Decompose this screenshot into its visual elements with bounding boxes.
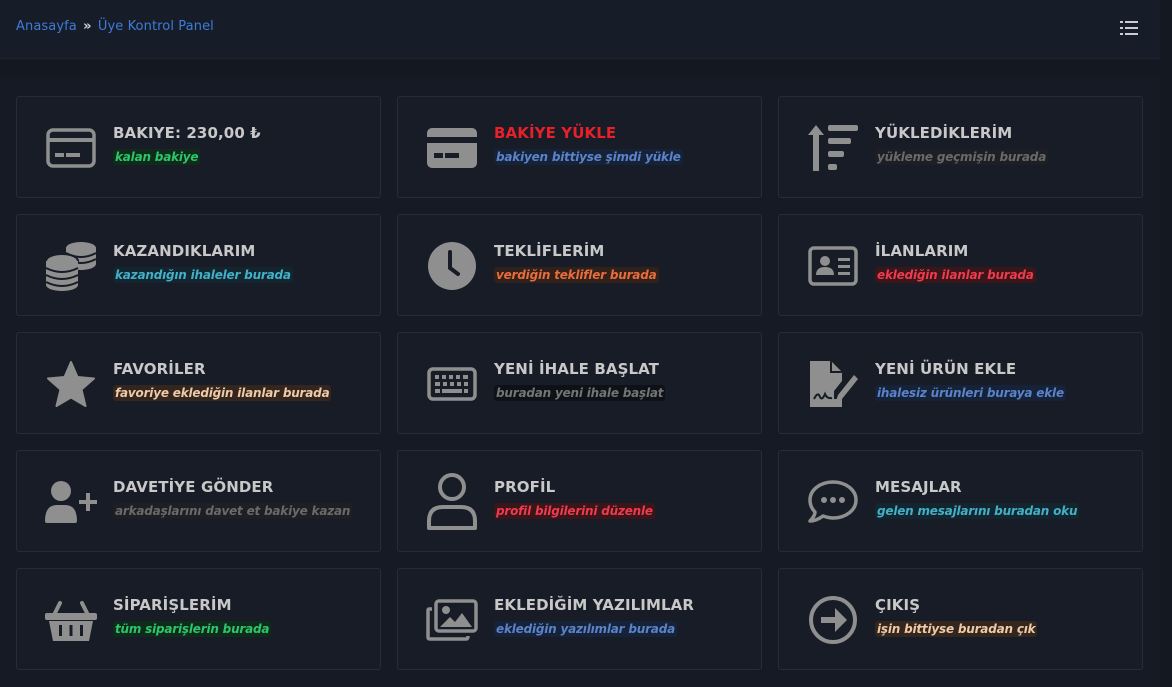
comment-dots-icon <box>807 477 859 527</box>
card-software[interactable]: EKLEDİĞİM YAZILIMLAR eklediğin yazılımla… <box>397 568 762 670</box>
card-title: PROFİL <box>494 478 556 496</box>
keyboard-icon <box>426 359 478 409</box>
card-title: BAKIYE: 230,00 ₺ <box>113 124 261 142</box>
card-subtitle: verdiğin teklifler burada <box>494 267 659 283</box>
user-plus-icon <box>45 477 97 527</box>
credit-card-solid-icon <box>426 123 478 173</box>
card-title: BAKİYE YÜKLE <box>494 124 617 142</box>
card-send-invite[interactable]: DAVETİYE GÖNDER arkadaşlarını davet et b… <box>16 450 381 552</box>
card-subtitle: işin bittiyse buradan çık <box>875 621 1038 637</box>
file-signature-icon <box>807 359 859 409</box>
card-uploads[interactable]: YÜKLEDİKLERİM yükleme geçmişin burada <box>778 96 1143 198</box>
card-subtitle: buradan yeni ihale başlat <box>494 385 666 401</box>
card-title: KAZANDIKLARIM <box>113 242 256 260</box>
card-messages[interactable]: MESAJLAR gelen mesajlarını buradan oku <box>778 450 1143 552</box>
card-subtitle: yükleme geçmişin burada <box>875 149 1049 165</box>
breadcrumb-current-link[interactable]: Üye Kontrol Panel <box>98 19 214 34</box>
card-offers[interactable]: TEKLİFLERİM verdiğin teklifler burada <box>397 214 762 316</box>
card-title: SİPARİŞLERİM <box>113 596 232 614</box>
images-icon <box>426 595 478 645</box>
sort-amount-up-icon <box>807 123 859 173</box>
card-title: YENİ İHALE BAŞLAT <box>494 360 660 378</box>
card-won-auctions[interactable]: KAZANDIKLARIM kazandığın ihaleler burada <box>16 214 381 316</box>
card-subtitle: arkadaşlarını davet et bakiye kazan <box>113 503 353 519</box>
clock-icon <box>426 241 478 291</box>
credit-card-icon <box>45 123 97 173</box>
card-subtitle: tüm siparişlerin burada <box>113 621 272 637</box>
card-subtitle: kalan bakiye <box>113 149 201 165</box>
dashboard-grid: BAKIYE: 230,00 ₺ kalan bakiye BAKİYE YÜK… <box>16 96 1143 670</box>
card-title: EKLEDİĞİM YAZILIMLAR <box>494 596 695 614</box>
card-title: FAVORİLER <box>113 360 206 378</box>
star-icon <box>45 359 97 409</box>
top-bar: Anasayfa » Üye Kontrol Panel <box>0 0 1160 59</box>
card-new-auction[interactable]: YENİ İHALE BAŞLAT buradan yeni ihale baş… <box>397 332 762 434</box>
id-card-icon <box>807 241 859 291</box>
card-new-product[interactable]: YENİ ÜRÜN EKLE ihalesiz ürünleri buraya … <box>778 332 1143 434</box>
card-balance[interactable]: BAKIYE: 230,00 ₺ kalan bakiye <box>16 96 381 198</box>
card-load-balance[interactable]: BAKİYE YÜKLE bakiyen bittiyse şimdi yükl… <box>397 96 762 198</box>
card-subtitle: favoriye eklediğin ilanlar burada <box>113 385 332 401</box>
card-subtitle: kazandığın ihaleler burada <box>113 267 293 283</box>
card-title: MESAJLAR <box>875 478 962 496</box>
card-orders[interactable]: SİPARİŞLERİM tüm siparişlerin burada <box>16 568 381 670</box>
card-subtitle: eklediğin ilanlar burada <box>875 267 1036 283</box>
dashboard-panel: BAKIYE: 230,00 ₺ kalan bakiye BAKİYE YÜK… <box>0 76 1160 687</box>
card-title: YÜKLEDİKLERİM <box>875 124 1013 142</box>
card-logout[interactable]: ÇIKIŞ işin bittiyse buradan çık <box>778 568 1143 670</box>
arrow-circle-right-icon <box>807 595 859 645</box>
shopping-basket-icon <box>45 595 97 645</box>
card-title: İLANLARIM <box>875 242 969 260</box>
card-subtitle: gelen mesajlarını buradan oku <box>875 503 1080 519</box>
breadcrumb-separator: » <box>83 19 92 34</box>
user-icon <box>426 473 478 530</box>
card-title: TEKLİFLERİM <box>494 242 605 260</box>
card-listings[interactable]: İLANLARIM eklediğin ilanlar burada <box>778 214 1143 316</box>
card-title: ÇIKIŞ <box>875 596 921 614</box>
breadcrumb-home-link[interactable]: Anasayfa <box>16 19 77 34</box>
card-favorites[interactable]: FAVORİLER favoriye eklediğin ilanlar bur… <box>16 332 381 434</box>
card-title: YENİ ÜRÜN EKLE <box>875 360 1017 378</box>
coins-icon <box>45 241 97 291</box>
card-subtitle: ihalesiz ürünleri buraya ekle <box>875 385 1066 401</box>
card-subtitle: eklediğin yazılımlar burada <box>494 621 677 637</box>
breadcrumb: Anasayfa » Üye Kontrol Panel <box>16 19 214 34</box>
card-profile[interactable]: PROFİL profil bilgilerini düzenle <box>397 450 762 552</box>
card-title: DAVETİYE GÖNDER <box>113 478 274 496</box>
card-subtitle: bakiyen bittiyse şimdi yükle <box>494 149 683 165</box>
list-icon[interactable] <box>1120 20 1138 36</box>
card-subtitle: profil bilgilerini düzenle <box>494 503 655 519</box>
